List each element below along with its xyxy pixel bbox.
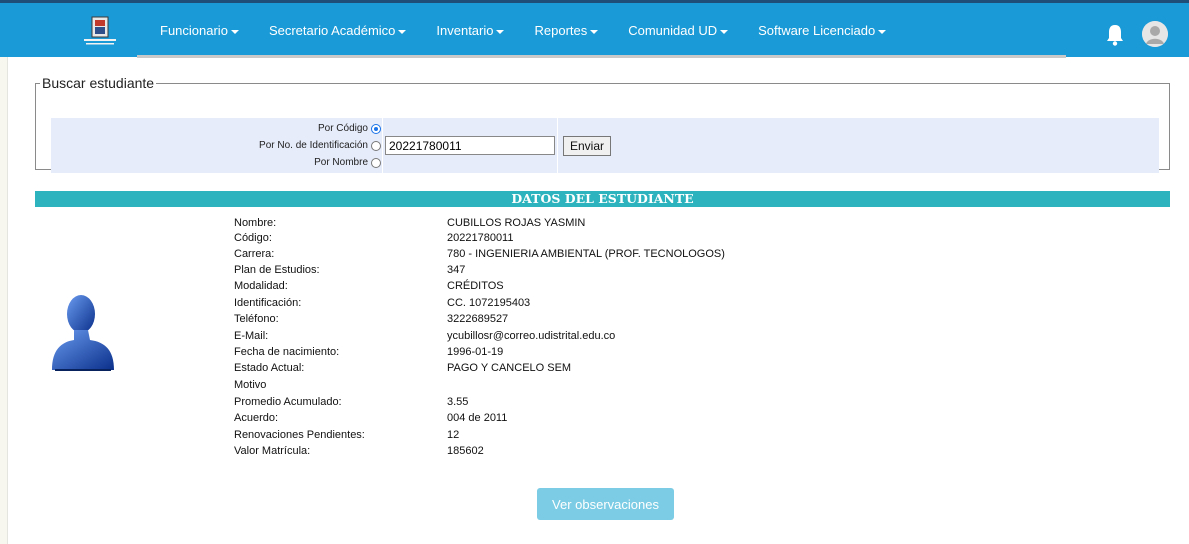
option-label: Por No. de Identificación (259, 140, 368, 151)
radio-por-codigo[interactable] (371, 123, 381, 134)
label-nombre: Nombre: (234, 217, 277, 229)
value-email: ycubillosr@correo.udistrital.edu.co (447, 330, 616, 342)
left-sidebar-strip (0, 57, 8, 544)
caret-down-icon (720, 29, 729, 34)
label-estado-actual: Estado Actual: (234, 362, 305, 374)
value-renovaciones: 12 (447, 429, 460, 441)
option-por-nombre[interactable]: Por Nombre (51, 155, 381, 170)
label-codigo: Código: (234, 232, 272, 244)
label-renovaciones: Renovaciones Pendientes: (234, 429, 365, 441)
ver-observaciones-button[interactable]: Ver observaciones (537, 488, 674, 520)
column-divider (557, 118, 558, 173)
value-fecha-nacimiento: 1996-01-19 (447, 346, 504, 358)
caret-down-icon (398, 29, 407, 34)
menu-comunidad-ud[interactable]: Comunidad UD (628, 23, 729, 38)
caret-down-icon (230, 29, 239, 34)
menu-software-licenciado[interactable]: Software Licenciado (758, 23, 887, 38)
label-motivo: Motivo (234, 379, 267, 391)
menu-inventario[interactable]: Inventario (436, 23, 505, 38)
label-carrera: Carrera: (234, 248, 275, 260)
menu-label: Funcionario (160, 23, 228, 38)
university-logo[interactable] (78, 15, 122, 49)
bell-icon[interactable] (1105, 23, 1125, 47)
label-acuerdo: Acuerdo: (234, 412, 279, 424)
label-email: E-Mail: (234, 330, 269, 342)
search-panel: Por Código Por No. de Identificación Por… (51, 118, 1159, 173)
search-student-fieldset: Buscar estudiante Por Código Por No. de … (35, 75, 1170, 173)
option-label: Por Código (317, 123, 368, 134)
label-valor-matricula: Valor Matrícula: (234, 445, 311, 457)
menu-funcionario[interactable]: Funcionario (160, 23, 239, 38)
menu-label: Software Licenciado (758, 23, 876, 38)
student-photo-placeholder-icon (52, 295, 114, 371)
caret-down-icon (878, 29, 887, 34)
value-codigo: 20221780011 (447, 232, 514, 244)
value-plan-estudios: 347 (447, 264, 466, 276)
label-plan-estudios: Plan de Estudios: (234, 264, 320, 276)
value-identificacion: CC. 1072195403 (447, 297, 531, 309)
search-input[interactable] (385, 136, 555, 155)
option-label: Por Nombre (314, 157, 368, 168)
top-navbar: Funcionario Secretario Académico Inventa… (0, 0, 1189, 57)
column-divider (382, 118, 383, 173)
value-estado-actual: PAGO Y CANCELO SEM (447, 362, 572, 374)
label-fecha-nacimiento: Fecha de nacimiento: (234, 346, 340, 358)
radio-por-identificacion[interactable] (371, 140, 381, 151)
label-telefono: Teléfono: (234, 313, 279, 325)
label-promedio: Promedio Acumulado: (234, 396, 342, 408)
submit-button[interactable]: Enviar (563, 136, 611, 156)
label-identificacion: Identificación: (234, 297, 302, 309)
value-carrera: 780 - INGENIERIA AMBIENTAL (PROF. TECNOL… (447, 248, 725, 260)
value-valor-matricula: 185602 (447, 445, 484, 457)
menu-label: Inventario (436, 23, 494, 38)
caret-down-icon (496, 29, 505, 34)
value-telefono: 3222689527 (447, 313, 509, 325)
caret-down-icon (590, 29, 599, 34)
option-por-identificacion[interactable]: Por No. de Identificación (51, 138, 381, 153)
option-por-codigo[interactable]: Por Código (51, 121, 381, 136)
value-acuerdo: 004 de 2011 (447, 412, 508, 424)
navbar-underline (137, 55, 1066, 58)
search-options: Por Código Por No. de Identificación Por… (51, 118, 381, 173)
user-avatar-icon[interactable] (1142, 21, 1168, 47)
radio-por-nombre[interactable] (371, 157, 381, 168)
value-modalidad: CRÉDITOS (447, 280, 504, 292)
menu-label: Secretario Académico (268, 23, 396, 38)
value-promedio: 3.55 (447, 396, 469, 408)
menu-label: Comunidad UD (628, 23, 718, 38)
menu-reportes[interactable]: Reportes (534, 23, 599, 38)
menu-label: Reportes (534, 23, 588, 38)
main-menu: Funcionario Secretario Académico Inventa… (160, 3, 916, 58)
value-nombre: CUBILLOS ROJAS YASMIN (447, 217, 586, 229)
section-header: DATOS DEL ESTUDIANTE (35, 191, 1170, 207)
search-legend: Buscar estudiante (42, 75, 155, 91)
menu-secretario-academico[interactable]: Secretario Académico (268, 23, 407, 38)
label-modalidad: Modalidad: (234, 280, 288, 292)
